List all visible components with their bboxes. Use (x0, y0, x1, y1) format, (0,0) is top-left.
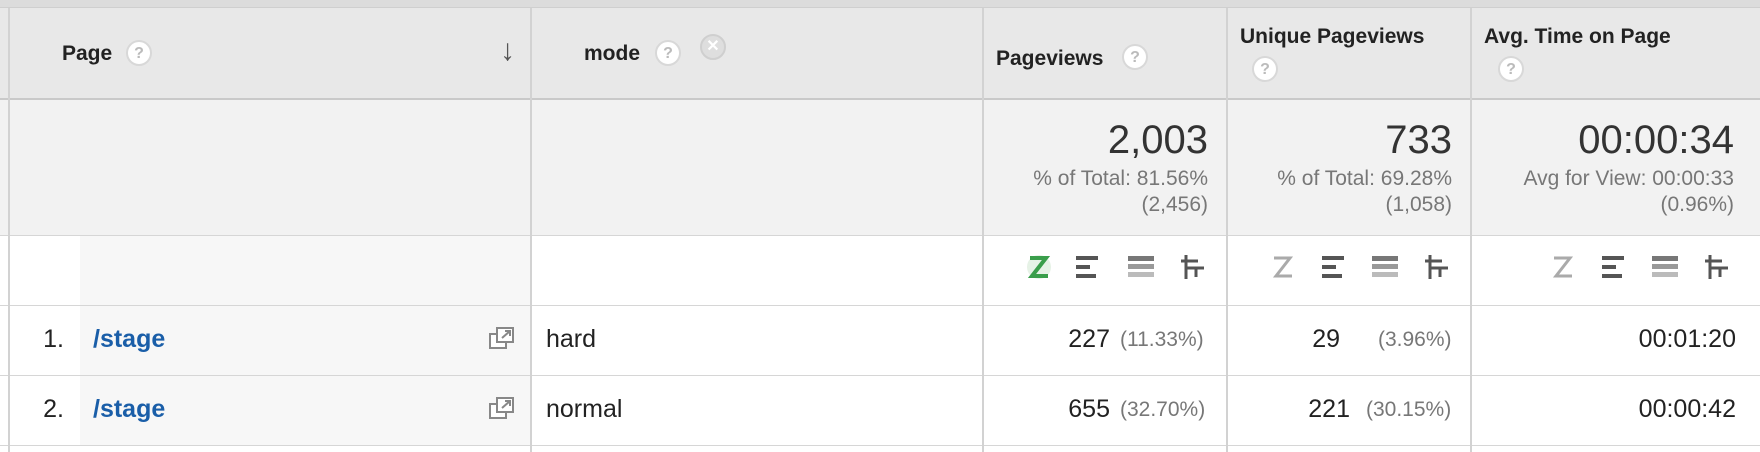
summary-unique-pageviews-site-total: (1,058) (1385, 193, 1452, 216)
help-icon[interactable]: ? (1122, 44, 1148, 70)
column-divider (1470, 8, 1472, 452)
help-icon[interactable]: ? (126, 40, 152, 66)
pageviews-value: 227 (1068, 325, 1110, 353)
percentage-view-icon[interactable] (1650, 253, 1680, 281)
summary-pageviews-site-total: (2,456) (1141, 193, 1208, 216)
column-header-mode[interactable]: mode (584, 42, 640, 66)
summary-pageviews-percent: % of Total: 81.56% (1033, 167, 1208, 190)
sort-descending-icon[interactable]: ↓ (500, 34, 515, 68)
comparison-view-icon[interactable] (1548, 253, 1578, 281)
unique-pageviews-value: 221 (1308, 395, 1350, 423)
pivot-view-icon[interactable] (1702, 253, 1732, 281)
summary-unique-pageviews-percent: % of Total: 69.28% (1277, 167, 1452, 190)
column-divider (982, 8, 984, 452)
percentage-view-icon[interactable] (1126, 253, 1156, 281)
performance-view-icon[interactable] (1598, 253, 1628, 281)
mode-value: hard (546, 325, 597, 353)
open-page-external-icon[interactable] (488, 326, 516, 352)
column-divider (8, 8, 10, 452)
page-link[interactable]: /stage (93, 395, 165, 424)
open-page-external-icon[interactable] (488, 396, 516, 422)
page-link[interactable]: /stage (93, 325, 165, 354)
column-divider (530, 8, 532, 452)
pageviews-value: 655 (1068, 395, 1110, 423)
column-divider (1226, 8, 1228, 452)
summary-pageviews-total: 2,003 (1107, 118, 1208, 162)
column-header-avg-time-on-page[interactable]: Avg. Time on Page (1484, 25, 1671, 49)
pageviews-percent: (32.70%) (1120, 398, 1206, 421)
column-header-page[interactable]: Page (62, 42, 112, 66)
help-icon[interactable]: ? (1252, 56, 1278, 82)
percentage-view-icon[interactable] (1370, 253, 1400, 281)
analytics-table: Page ? ↓ mode ? ✕ Pageviews ? Unique Pag… (0, 0, 1760, 452)
column-header-unique-pageviews[interactable]: Unique Pageviews (1240, 25, 1424, 49)
unique-pageviews-percent: (3.96%) (1378, 328, 1452, 351)
row-index: 1. (43, 325, 64, 353)
summary-avg-time-view-average: Avg for View: 00:00:33 (1523, 167, 1734, 190)
page-cell-bg (80, 236, 530, 305)
performance-view-icon[interactable] (1318, 253, 1348, 281)
pivot-view-icon[interactable] (1422, 253, 1452, 281)
mode-value: normal (546, 395, 623, 423)
unique-pageviews-percent: (30.15%) (1366, 398, 1452, 421)
comparison-view-icon[interactable] (1024, 253, 1054, 281)
help-icon[interactable]: ? (1498, 56, 1524, 82)
top-border (0, 0, 1760, 8)
help-icon[interactable]: ? (655, 40, 681, 66)
row-index: 2. (43, 395, 64, 423)
summary-unique-pageviews-total: 733 (1385, 118, 1452, 162)
summary-avg-time-difference: (0.96%) (1660, 193, 1734, 216)
remove-dimension-icon[interactable]: ✕ (700, 34, 726, 60)
pivot-view-icon[interactable] (1178, 253, 1208, 281)
comparison-view-icon[interactable] (1268, 253, 1298, 281)
performance-view-icon[interactable] (1072, 253, 1102, 281)
unique-pageviews-value: 29 (1312, 325, 1340, 353)
avg-time-value: 00:01:20 (1638, 325, 1736, 353)
pageviews-percent: (11.33%) (1120, 328, 1204, 351)
header-row (0, 8, 1760, 100)
column-header-pageviews[interactable]: Pageviews (996, 47, 1103, 71)
summary-avg-time-value: 00:00:34 (1578, 118, 1734, 162)
avg-time-value: 00:00:42 (1638, 395, 1736, 423)
